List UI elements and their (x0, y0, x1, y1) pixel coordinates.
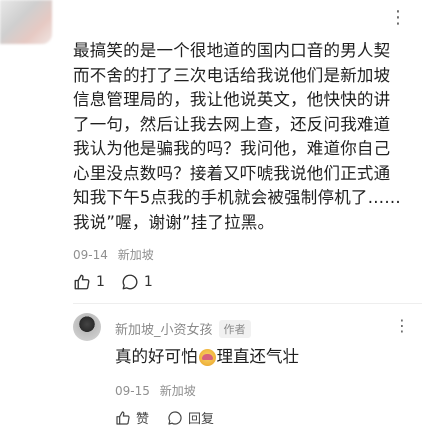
comment-location: 新加坡 (117, 248, 154, 262)
comment-bubble-icon (122, 274, 138, 290)
reply-actions: 赞 回复 (115, 408, 214, 427)
divider (73, 303, 422, 304)
reply-author-avatar[interactable] (73, 313, 101, 341)
more-options-icon[interactable]: ⋮ (386, 6, 410, 30)
reply-author-name[interactable]: 新加坡_小资女孩 (115, 319, 213, 338)
reply-reply-button[interactable]: 回复 (167, 408, 214, 427)
reply-text-before: 真的好可怕 (115, 347, 198, 366)
commenter-avatar[interactable] (0, 0, 52, 44)
thumbs-up-icon (74, 274, 90, 290)
scared-face-emoji-icon (198, 348, 216, 366)
reply-text-after: 理直还气壮 (216, 347, 300, 366)
author-badge: 作者 (218, 319, 251, 338)
comment-body: 最搞笑的是一个很地道的国内口音的男人契 而不舍的打了三次电话给我说他们是新加坡 … (73, 41, 401, 232)
like-button[interactable]: 1 (73, 273, 105, 291)
reply-item: 新加坡_小资女孩 作者 ⋮ 真的好可怕 理直还气壮 09-15 新加坡 赞 回复 (73, 313, 414, 433)
reply-location: 新加坡 (159, 384, 196, 398)
reply-count: 1 (143, 274, 153, 290)
reply-body: 真的好可怕 理直还气壮 (115, 346, 299, 368)
reply-button[interactable]: 1 (121, 273, 153, 291)
reply-meta: 09-15 新加坡 (115, 382, 196, 399)
comment-meta: 09-14 新加坡 (73, 246, 154, 263)
like-count: 1 (96, 274, 105, 290)
reply-more-icon[interactable]: ⋮ (394, 316, 410, 335)
reply-like-button[interactable]: 赞 (115, 408, 149, 427)
reply-like-label: 赞 (136, 412, 150, 427)
comment-bubble-icon (168, 410, 182, 425)
reply-reply-label: 回复 (188, 412, 215, 427)
reply-author: 新加坡_小资女孩 作者 (115, 319, 251, 338)
comment-actions: 1 1 (73, 273, 153, 291)
comment-date: 09-14 (73, 248, 108, 262)
reply-date: 09-15 (115, 384, 150, 398)
thumbs-up-icon (116, 410, 130, 425)
